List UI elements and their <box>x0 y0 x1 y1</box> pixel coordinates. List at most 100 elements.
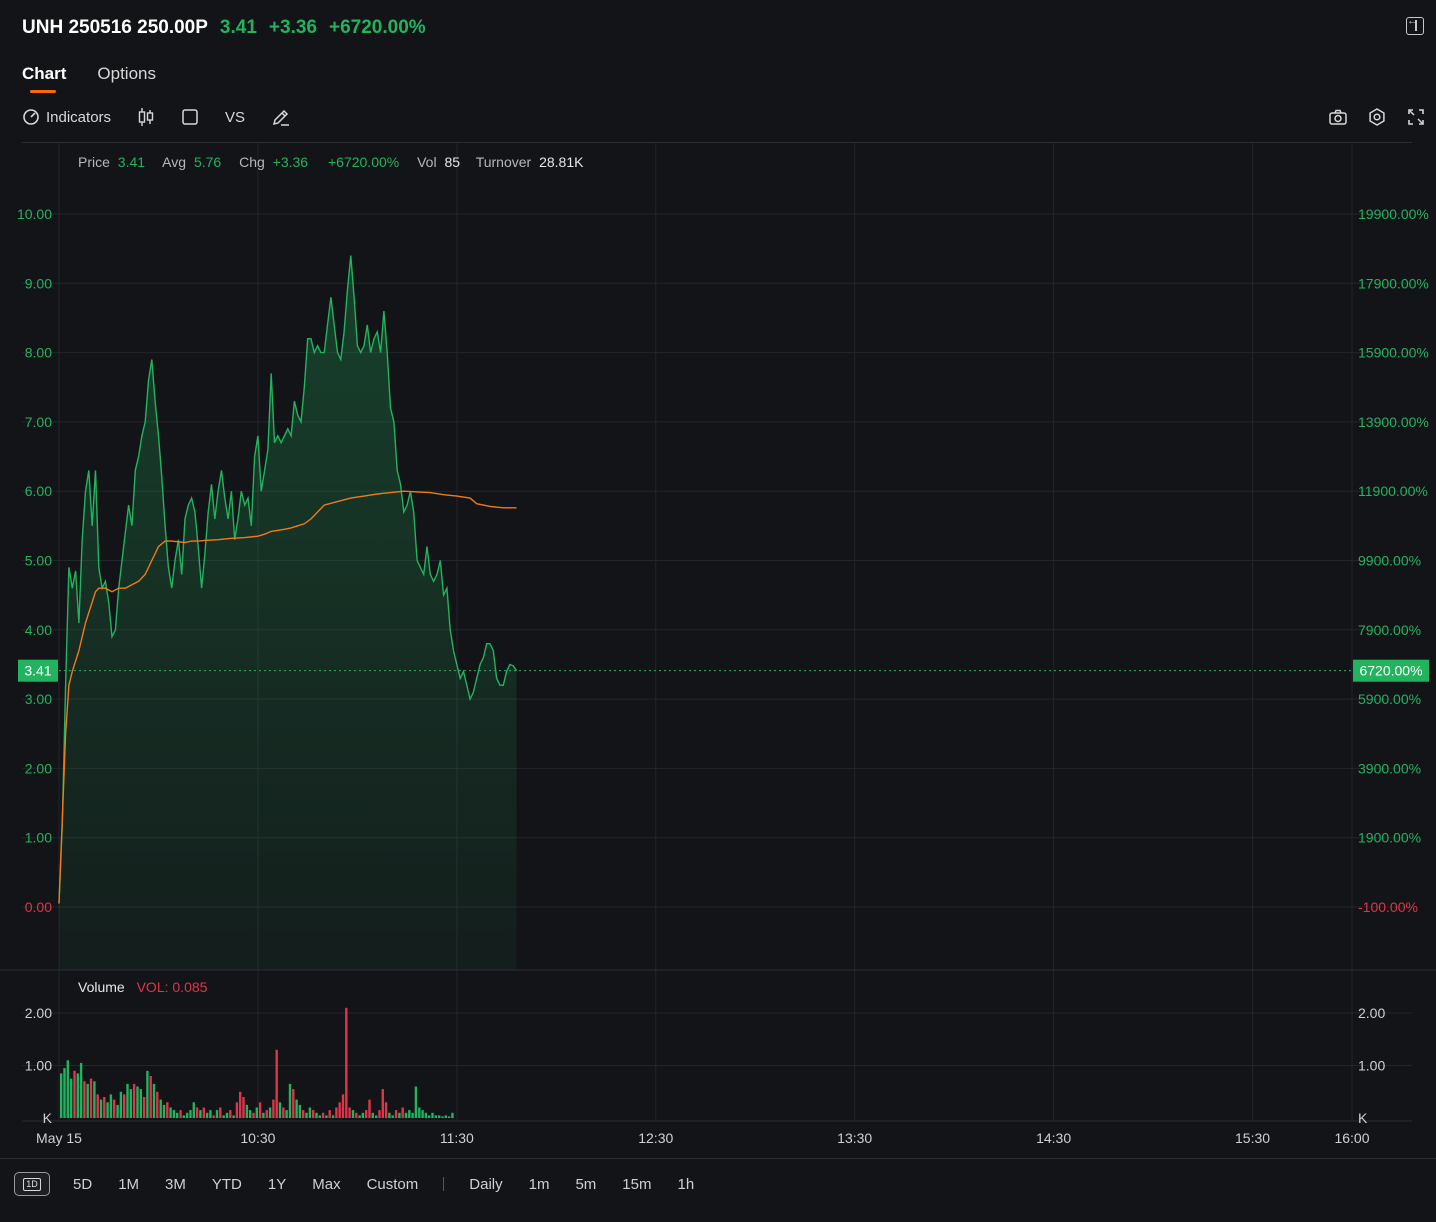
volume-bar <box>411 1112 414 1119</box>
volume-bar <box>338 1102 341 1119</box>
camera-icon[interactable] <box>1328 107 1348 127</box>
volume-bar <box>96 1094 99 1118</box>
exit-fullscreen-icon[interactable] <box>1406 15 1424 35</box>
y-tick-label: 2.00 <box>25 760 52 776</box>
volume-bar <box>109 1094 113 1118</box>
volume-bar <box>391 1115 394 1118</box>
volume-bar <box>119 1091 123 1119</box>
pen-icon[interactable] <box>271 107 291 127</box>
y-tick-label: 10.00 <box>17 206 52 222</box>
y-right-tick-label: 5900.00% <box>1358 691 1421 707</box>
volume-bar <box>278 1102 282 1119</box>
interval-5m-button[interactable]: 5m <box>562 1176 609 1193</box>
interval-1h-button[interactable]: 1h <box>664 1176 707 1193</box>
volume-bar <box>431 1112 434 1119</box>
volume-bar <box>66 1060 69 1119</box>
info-vol-label: Vol <box>417 154 436 170</box>
fullscreen-icon[interactable] <box>1406 107 1426 127</box>
range-custom-button[interactable]: Custom <box>354 1176 432 1193</box>
tab-options[interactable]: Options <box>97 64 156 93</box>
volume-bar <box>139 1089 142 1118</box>
volume-bar <box>229 1110 232 1118</box>
view-tabs: Chart Options <box>22 64 156 93</box>
volume-bar <box>219 1107 222 1118</box>
info-turnover-value: 28.81K <box>539 154 584 170</box>
volume-bar <box>381 1089 384 1118</box>
volume-bar <box>242 1097 245 1118</box>
volume-bar <box>225 1112 229 1119</box>
x-tick-label: 14:30 <box>1036 1130 1071 1146</box>
y-tick-label: 5.00 <box>25 553 52 569</box>
volume-bar <box>255 1107 258 1118</box>
info-vol-value: 85 <box>444 154 460 170</box>
volume-bar <box>258 1102 262 1119</box>
volume-bar <box>186 1112 189 1119</box>
volume-bar <box>239 1091 242 1119</box>
volume-bar <box>232 1115 235 1118</box>
info-turnover-label: Turnover <box>476 154 532 170</box>
volume-bar <box>172 1110 176 1118</box>
range-1y-button[interactable]: 1Y <box>255 1176 299 1193</box>
volume-bar <box>414 1086 418 1118</box>
x-axis: May 15 10:30 11:30 12:30 13:30 14:30 15:30 16:0… <box>36 1130 1370 1146</box>
volume-legend: Volume VOL: 0.085 <box>78 979 208 995</box>
interval-15m-button[interactable]: 15m <box>609 1176 664 1193</box>
volume-bar <box>365 1110 368 1118</box>
volume-bar <box>113 1099 116 1118</box>
x-tick-label: May 15 <box>36 1130 82 1146</box>
contract-symbol: UNH 250516 250.00P <box>22 17 208 38</box>
volume-bar <box>235 1102 239 1119</box>
volume-bar <box>126 1083 129 1118</box>
range-1m-button[interactable]: 1M <box>105 1176 152 1193</box>
y-tick-label: 8.00 <box>25 345 52 361</box>
volume-bar <box>195 1107 199 1118</box>
volume-bar <box>106 1102 109 1119</box>
range-5d-button[interactable]: 5D <box>60 1176 105 1193</box>
square-icon[interactable] <box>181 108 199 126</box>
volume-bar <box>136 1086 139 1118</box>
volume-bar <box>222 1115 225 1118</box>
volume-bar <box>451 1112 454 1119</box>
volume-bar <box>408 1110 411 1118</box>
volume-bar <box>146 1070 149 1119</box>
last-price: 3.41 <box>219 17 257 38</box>
range-1d-button[interactable]: 1D <box>14 1172 50 1196</box>
volume-bar <box>103 1097 106 1118</box>
volume-bar <box>132 1083 136 1118</box>
volume-bar <box>308 1107 312 1118</box>
tab-chart[interactable]: Chart <box>22 64 66 93</box>
range-max-button[interactable]: Max <box>299 1176 353 1193</box>
period-bar-divider <box>0 1158 1436 1159</box>
interval-daily-button[interactable]: Daily <box>456 1176 515 1193</box>
quote-header: UNH 250516 250.00P 3.41 +3.36 +6720.00% <box>22 14 426 42</box>
compare-vs-button[interactable]: VS <box>225 109 245 126</box>
interval-1m-button[interactable]: 1m <box>516 1176 563 1193</box>
y-tick-label: 4.00 <box>25 622 52 638</box>
volume-bar <box>89 1078 93 1118</box>
volume-bar <box>288 1083 292 1118</box>
y-right-tick-label: 11900.00% <box>1358 483 1428 499</box>
volume-bar <box>79 1062 83 1118</box>
volume-bar <box>93 1081 96 1119</box>
volume-bar <box>63 1068 66 1118</box>
indicators-button[interactable]: Indicators <box>22 108 111 126</box>
volume-bar <box>116 1104 119 1118</box>
price-chart[interactable]: Price 3.41 Avg 5.76 Chg +3.36 +6720.00% … <box>0 143 1436 1155</box>
range-ytd-button[interactable]: YTD <box>199 1176 255 1193</box>
volume-bar <box>252 1112 255 1119</box>
volume-bar <box>421 1110 424 1118</box>
y-tick-label: 9.00 <box>25 275 52 291</box>
volume-bar <box>401 1107 404 1118</box>
volume-bar <box>272 1099 275 1118</box>
volume-bar <box>424 1112 428 1119</box>
volume-bar <box>179 1110 182 1118</box>
volume-bar <box>86 1083 89 1118</box>
volume-bar <box>123 1094 126 1118</box>
candlestick-icon[interactable] <box>137 107 155 127</box>
gear-icon[interactable] <box>1367 107 1387 127</box>
y-tick-label: 0.00 <box>25 899 52 915</box>
volume-plot <box>60 1007 454 1119</box>
volume-bar <box>199 1110 202 1118</box>
volume-bar <box>295 1099 298 1118</box>
range-3m-button[interactable]: 3M <box>152 1176 199 1193</box>
